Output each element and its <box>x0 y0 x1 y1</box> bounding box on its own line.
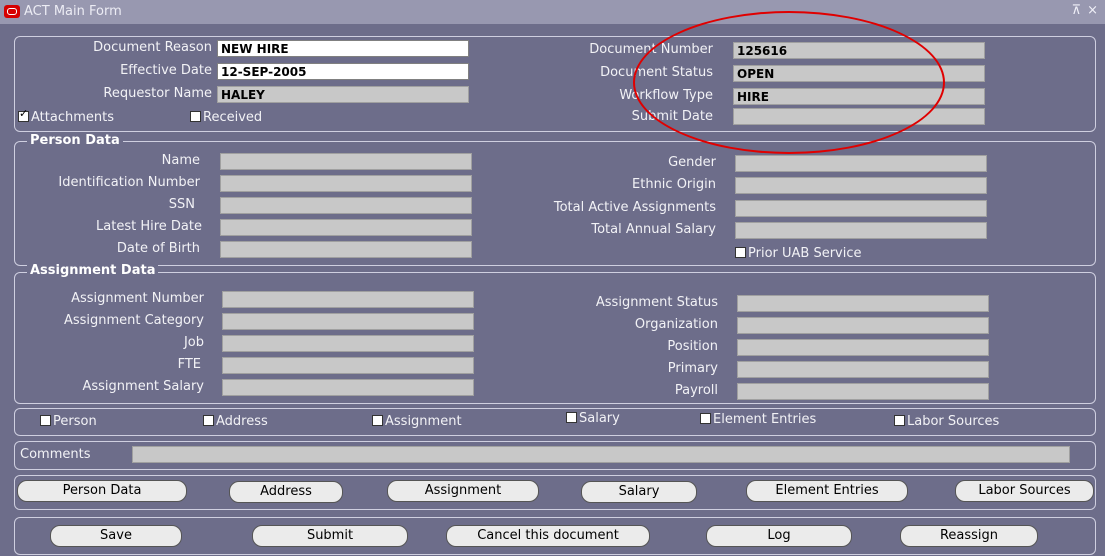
attachments-checkbox[interactable]: Attachments <box>18 107 114 125</box>
assignment-category-label: Assignment Category <box>63 313 204 328</box>
document-reason-label: Document Reason <box>93 40 212 55</box>
assignment-button[interactable]: Assignment <box>387 480 539 502</box>
date-of-birth-label: Date of Birth <box>116 241 200 256</box>
checkbox-icon <box>190 111 201 122</box>
window-title: ACT Main Form <box>24 4 122 19</box>
assignment-checkbox[interactable]: Assignment <box>372 414 462 429</box>
requestor-name-field[interactable]: HALEY <box>217 86 469 103</box>
total-annual-salary-field[interactable] <box>735 222 987 239</box>
element-entries-checkbox[interactable]: Element Entries <box>700 412 816 427</box>
position-label: Position <box>667 339 718 354</box>
assignment-salary-field[interactable] <box>222 379 474 396</box>
assignment-status-field[interactable] <box>737 295 989 312</box>
date-of-birth-field[interactable] <box>220 241 472 258</box>
name-field[interactable] <box>220 153 472 170</box>
prior-uab-service-checkbox[interactable]: Prior UAB Service <box>735 246 862 261</box>
submit-button[interactable]: Submit <box>252 525 408 547</box>
payroll-label: Payroll <box>674 383 718 398</box>
comments-field[interactable] <box>132 446 1070 463</box>
person-checkbox[interactable]: Person <box>40 414 97 429</box>
salary-button[interactable]: Salary <box>581 481 697 503</box>
total-active-assignments-field[interactable] <box>735 200 987 217</box>
ethnic-origin-field[interactable] <box>735 177 987 194</box>
assignment-salary-label: Assignment Salary <box>82 379 204 394</box>
window-controls[interactable]: ⊼ × <box>1071 3 1099 18</box>
person-data-title: Person Data <box>27 133 123 148</box>
labor-sources-checkbox[interactable]: Labor Sources <box>894 414 999 429</box>
element-entries-button[interactable]: Element Entries <box>746 480 908 502</box>
received-checkbox[interactable]: Received <box>190 110 262 125</box>
labor-sources-check-label: Labor Sources <box>907 414 1000 429</box>
checkbox-icon <box>372 415 383 426</box>
gender-label: Gender <box>668 155 716 170</box>
gender-field[interactable] <box>735 155 987 172</box>
latest-hire-date-label: Latest Hire Date <box>96 219 202 234</box>
effective-date-field[interactable]: 12-SEP-2005 <box>217 63 469 80</box>
act-main-form-window: ACT Main Form ⊼ × Document Reason NEW HI… <box>0 0 1105 556</box>
reassign-button[interactable]: Reassign <box>900 525 1038 547</box>
comments-label: Comments <box>20 447 91 462</box>
address-checkbox[interactable]: Address <box>203 414 268 429</box>
labor-sources-button[interactable]: Labor Sources <box>955 480 1094 502</box>
fte-field[interactable] <box>222 357 474 374</box>
identification-number-field[interactable] <box>220 175 472 192</box>
person-check-label: Person <box>53 414 97 429</box>
checkbox-icon <box>566 412 577 423</box>
ssn-field[interactable] <box>220 197 472 214</box>
title-bar: ACT Main Form ⊼ × <box>0 0 1105 24</box>
assignment-number-field[interactable] <box>222 291 474 308</box>
attachments-label: Attachments <box>31 110 114 125</box>
total-active-assignments-label: Total Active Assignments <box>553 200 716 215</box>
red-annotation-circle <box>633 11 945 154</box>
salary-check-label: Salary <box>579 411 620 426</box>
assignment-status-label: Assignment Status <box>595 295 718 310</box>
checkbox-icon <box>40 415 51 426</box>
organization-label: Organization <box>634 317 718 332</box>
job-field[interactable] <box>222 335 474 352</box>
checkbox-checked-icon <box>18 107 29 122</box>
requestor-name-label: Requestor Name <box>103 86 212 101</box>
total-annual-salary-label: Total Annual Salary <box>591 222 716 237</box>
received-label: Received <box>203 110 263 125</box>
oracle-logo-icon <box>4 5 20 18</box>
person-data-button[interactable]: Person Data <box>17 480 187 502</box>
prior-uab-service-label: Prior UAB Service <box>748 246 862 261</box>
position-field[interactable] <box>737 339 989 356</box>
document-reason-field[interactable]: NEW HIRE <box>217 40 469 57</box>
save-button[interactable]: Save <box>50 525 182 547</box>
address-check-label: Address <box>216 414 268 429</box>
checkbox-icon <box>735 247 746 258</box>
ssn-label: SSN <box>168 197 195 212</box>
latest-hire-date-field[interactable] <box>220 219 472 236</box>
checkbox-icon <box>894 415 905 426</box>
assignment-data-title: Assignment Data <box>27 263 159 278</box>
log-button[interactable]: Log <box>706 525 852 547</box>
checkbox-icon <box>700 413 711 424</box>
primary-label: Primary <box>667 361 718 376</box>
cancel-document-button[interactable]: Cancel this document <box>446 525 650 547</box>
address-button[interactable]: Address <box>229 481 343 503</box>
payroll-field[interactable] <box>737 383 989 400</box>
identification-number-label: Identification Number <box>58 175 200 190</box>
checkbox-icon <box>203 415 214 426</box>
assignment-category-field[interactable] <box>222 313 474 330</box>
job-label: Job <box>183 335 204 350</box>
name-label: Name <box>161 153 200 168</box>
salary-checkbox[interactable]: Salary <box>566 411 620 426</box>
element-entries-check-label: Element Entries <box>713 412 817 427</box>
primary-field[interactable] <box>737 361 989 378</box>
organization-field[interactable] <box>737 317 989 334</box>
assignment-number-label: Assignment Number <box>71 291 204 306</box>
fte-label: FTE <box>177 357 201 372</box>
ethnic-origin-label: Ethnic Origin <box>632 177 716 192</box>
effective-date-label: Effective Date <box>120 63 212 78</box>
assignment-check-label: Assignment <box>385 414 462 429</box>
